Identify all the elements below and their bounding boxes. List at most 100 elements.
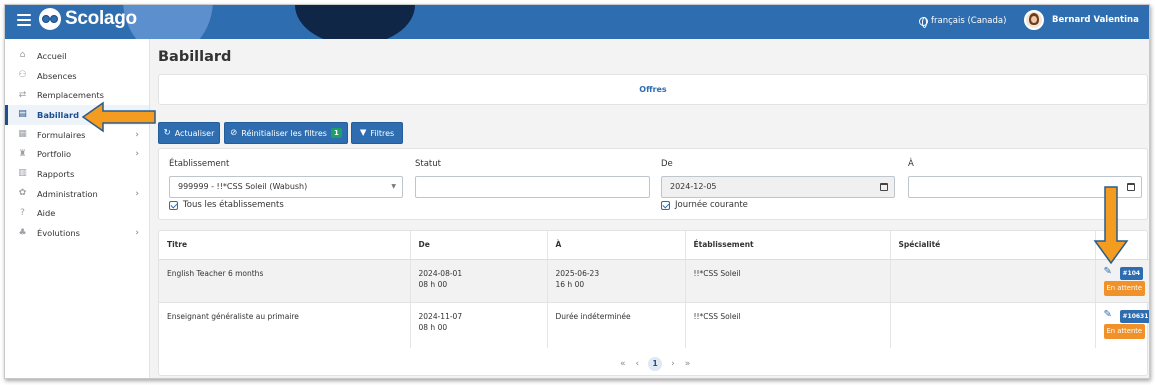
current-day-label: Journée courante (675, 200, 748, 210)
language-selector[interactable]: français (Canada) (919, 16, 1007, 28)
sidebar-item-label: Absences (37, 70, 77, 81)
sidebar-item-label: Administration (37, 188, 98, 199)
last-page-icon[interactable]: » (685, 359, 691, 369)
filter-panel: Établissement 999999 - !!*CSS Soleil (Wa… (158, 148, 1148, 220)
pagination: « ‹ 1 › » (615, 357, 695, 371)
table-row[interactable]: Enseignant généraliste au primaire 2024-… (159, 302, 1149, 348)
statut-input[interactable] (415, 176, 650, 198)
swap-icon: ⇄ (18, 89, 27, 100)
cell-etablissement: !!*CSS Soleil (685, 302, 891, 348)
de-date-value: 2024-12-05 (670, 182, 717, 191)
current-page-button[interactable]: 1 (648, 357, 663, 371)
sidebar-item-administration[interactable]: ✿ Administration › (5, 184, 149, 204)
status-badge: En attente (1103, 280, 1146, 296)
help-icon: ? (20, 207, 25, 218)
etablissement-select[interactable]: 999999 - !!*CSS Soleil (Wabush) ▼ (169, 176, 403, 198)
brand-logo[interactable]: Scolago (39, 8, 137, 30)
all-establishments-label: Tous les établissements (183, 200, 284, 210)
cell-a-time: 16 h 00 (555, 279, 585, 289)
page-title: Babillard (158, 49, 232, 65)
checkbox-checked-icon (661, 200, 670, 210)
language-label: français (Canada) (931, 16, 1007, 26)
a-label: À (908, 159, 914, 169)
first-page-icon[interactable]: « (620, 359, 626, 369)
app-window: Scolago français (Canada) Bernard Valent… (4, 4, 1150, 379)
sidebar-item-label: Babillard (37, 109, 80, 120)
checkbox-checked-icon (169, 200, 178, 210)
de-date-input[interactable]: 2024-12-05 (661, 176, 895, 198)
column-header-specialite[interactable]: Spécialité (890, 231, 1096, 260)
calendar-icon (880, 183, 888, 191)
chevron-right-icon: › (135, 228, 139, 239)
cell-specialite (890, 259, 1096, 303)
filter-clear-icon: ⊘ (230, 128, 238, 138)
sidebar: ⌂ Accueil ⚇ Absences ⇄ Remplacements ▤ B… (5, 39, 150, 378)
sidebar-item-aide[interactable]: ? Aide (5, 204, 149, 224)
column-header-a[interactable]: À (547, 231, 686, 260)
all-establishments-checkbox[interactable]: Tous les établissements (169, 200, 284, 210)
filters-label: Filtres (370, 128, 395, 138)
filter-icon: ▼ (359, 128, 367, 138)
cell-a-date: Durée indéterminée (555, 311, 631, 321)
table-row[interactable]: English Teacher 6 months 2024-08-01 08 h… (159, 259, 1149, 303)
sidebar-item-label: Aide (37, 208, 56, 219)
main-content: Babillard Offres ↻ Actualiser ⊘ Réinitia… (153, 39, 1149, 378)
offers-table: Titre De À Établissement Spécialité Engl… (159, 231, 1149, 348)
cell-actions: ✎ #10631 En attente (1095, 302, 1149, 348)
sidebar-item-label: Formulaires (37, 129, 86, 140)
cell-a-date: 2025-06-23 (555, 268, 600, 278)
sidebar-item-evolutions[interactable]: ♣ Évolutions › (5, 223, 149, 243)
form-icon: ▦ (18, 129, 27, 140)
sidebar-item-portfolio[interactable]: ♜ Portfolio › (5, 144, 149, 164)
annotation-arrow-down-icon (1093, 186, 1129, 265)
status-badge: En attente (1103, 323, 1146, 339)
cell-de-date: 2024-11-07 (418, 311, 463, 321)
cell-a: Durée indéterminée (547, 302, 686, 348)
brand-name: Scolago (65, 8, 137, 29)
refresh-button[interactable]: ↻ Actualiser (158, 122, 220, 144)
tab-offres[interactable]: Offres (159, 75, 1147, 104)
sidebar-item-accueil[interactable]: ⌂ Accueil (5, 46, 149, 66)
reset-filters-button[interactable]: ⊘ Réinitialiser les filtres 1 (224, 122, 348, 144)
de-label: De (661, 159, 673, 169)
column-header-etablissement[interactable]: Établissement (685, 231, 891, 260)
filters-button[interactable]: ▼ Filtres (351, 122, 403, 144)
cell-de-time: 08 h 00 (418, 322, 448, 332)
trophy-icon: ♜ (18, 148, 27, 159)
menu-toggle-icon[interactable] (17, 14, 31, 26)
column-header-de[interactable]: De (410, 231, 548, 260)
edit-pencil-icon[interactable]: ✎ (1104, 266, 1112, 277)
id-badge: #10631 (1119, 309, 1149, 323)
sidebar-item-label: Accueil (37, 50, 67, 61)
column-header-titre[interactable]: Titre (159, 231, 411, 260)
prev-page-icon[interactable]: ‹ (636, 359, 640, 369)
current-day-checkbox[interactable]: Journée courante (661, 200, 748, 210)
etablissement-label: Établissement (169, 159, 230, 169)
sprout-icon: ♣ (18, 227, 27, 238)
top-bar: Scolago français (Canada) Bernard Valent… (5, 5, 1149, 39)
refresh-label: Actualiser (174, 128, 215, 138)
sidebar-item-rapports[interactable]: ▥ Rapports (5, 164, 149, 184)
sidebar-item-absences[interactable]: ⚇ Absences (5, 66, 149, 86)
user-menu[interactable]: Bernard Valentina (1024, 10, 1139, 30)
filter-count-badge: 1 (330, 128, 342, 138)
cell-a: 2025-06-23 16 h 00 (547, 259, 686, 303)
table-header-row: Titre De À Établissement Spécialité (159, 231, 1149, 260)
sidebar-item-label: Rapports (37, 168, 75, 179)
reset-filters-label: Réinitialiser les filtres (241, 128, 327, 138)
next-page-icon[interactable]: › (671, 359, 675, 369)
annotation-arrow-left-icon (81, 101, 156, 133)
sidebar-item-label: Portfolio (37, 149, 72, 160)
caret-down-icon: ▼ (391, 183, 396, 190)
cell-etablissement: !!*CSS Soleil (685, 259, 891, 303)
gear-icon: ✿ (18, 188, 27, 199)
cell-titre: Enseignant généraliste au primaire (159, 302, 411, 348)
chevron-right-icon: › (135, 149, 139, 160)
edit-pencil-icon[interactable]: ✎ (1104, 309, 1112, 320)
board-icon: ▤ (18, 109, 27, 120)
cell-de: 2024-08-01 08 h 00 (410, 259, 548, 303)
header-decoration-dark (295, 5, 415, 39)
owl-logo-icon (39, 8, 61, 30)
etablissement-value: 999999 - !!*CSS Soleil (Wabush) (178, 182, 308, 191)
users-icon: ⚇ (18, 70, 27, 81)
